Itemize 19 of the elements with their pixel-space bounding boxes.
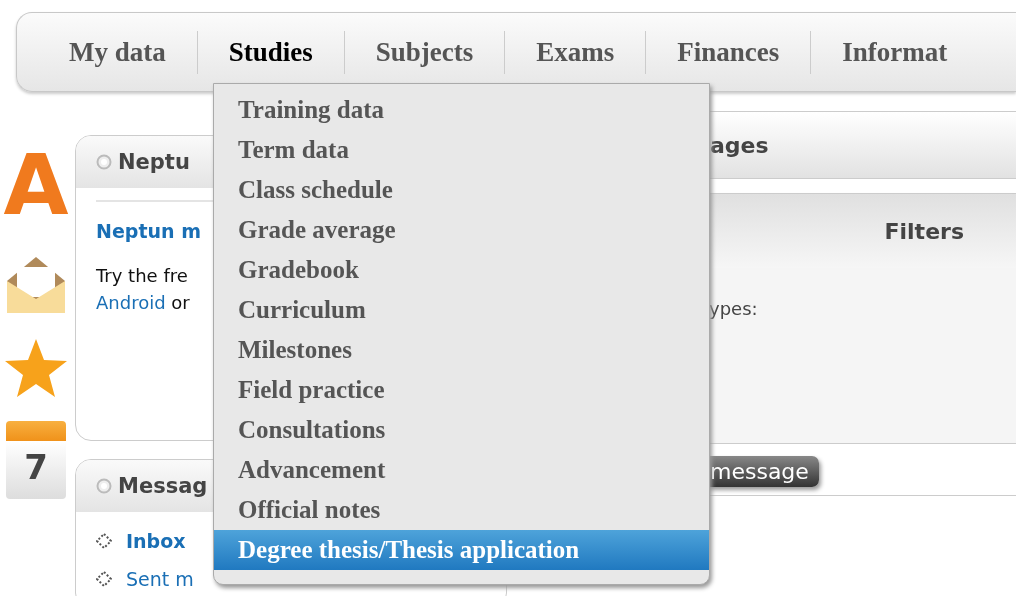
menu-item[interactable]: Official notes (214, 490, 709, 530)
diamond-icon (96, 533, 112, 549)
menu-item[interactable]: Degree thesis/Thesis application (214, 530, 709, 570)
radio-icon (96, 154, 112, 170)
menu-tab[interactable]: Finances (646, 30, 812, 74)
panel-title: Neptu (118, 150, 190, 174)
star-icon[interactable] (4, 337, 68, 399)
diamond-icon (96, 571, 112, 587)
menu-tab[interactable]: My data (37, 30, 198, 74)
menu-tab[interactable]: Exams (505, 30, 647, 74)
radio-icon (96, 478, 112, 494)
panel-title: Messag (118, 474, 208, 498)
menu-tab[interactable]: Informat (811, 30, 979, 74)
android-link[interactable]: Android (96, 292, 166, 313)
panel-heading: Neptun m (96, 220, 201, 242)
menu-tab[interactable]: Subjects (344, 30, 506, 74)
folder-link[interactable]: Inbox (126, 530, 186, 552)
menu-tab[interactable]: Studies (197, 30, 345, 74)
folder-link[interactable]: Sent m (126, 568, 194, 590)
